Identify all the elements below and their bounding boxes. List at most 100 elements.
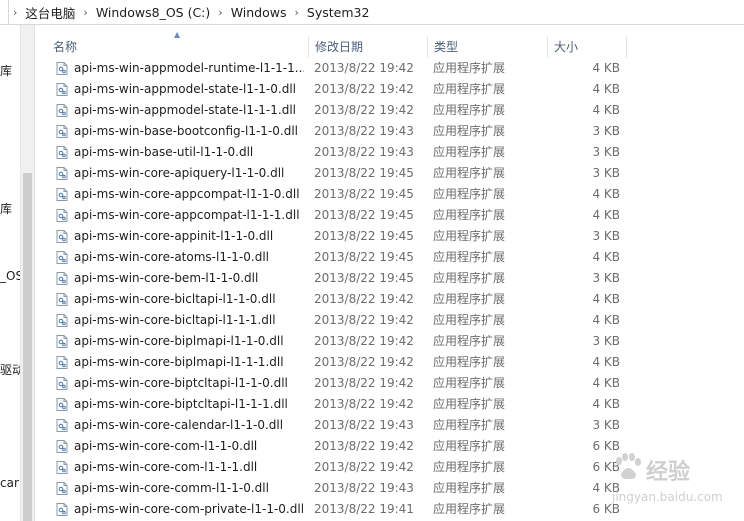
file-size: 3 KB: [592, 229, 620, 243]
file-type: 应用程序扩展: [433, 103, 506, 117]
file-name: api-ms-win-base-util-l1-1-0.dll: [74, 145, 254, 159]
address-bar-edge: [0, 0, 9, 24]
file-modified-date: 2013/8/22 19:43: [314, 124, 414, 138]
file-name: api-ms-win-core-biplmapi-l1-1-1.dll: [74, 355, 284, 369]
dll-file-icon: [56, 461, 68, 474]
nav-item-library[interactable]: 库: [0, 200, 12, 217]
file-row[interactable]: api-ms-win-base-util-l1-1-0.dll 2013/8/22…: [35, 142, 744, 163]
file-modified-date: 2013/8/22 19:42: [314, 376, 414, 390]
dll-file-icon: [56, 104, 68, 117]
file-name: api-ms-win-core-apiquery-l1-1-0.dll: [74, 166, 285, 180]
breadcrumb-chevron-icon[interactable]: ›: [214, 6, 226, 19]
file-name: api-ms-win-core-comm-l1-1-0.dll: [74, 481, 269, 495]
file-row[interactable]: api-ms-win-core-bicltapi-l1-1-1.dll 2013/…: [35, 310, 744, 331]
file-row[interactable]: api-ms-win-core-bicltapi-l1-1-0.dll 2013/…: [35, 289, 744, 310]
file-row[interactable]: api-ms-win-core-appcompat-l1-1-1.dll 2013…: [35, 205, 744, 226]
file-row[interactable]: api-ms-win-core-biplmapi-l1-1-1.dll 2013/…: [35, 352, 744, 373]
file-name: api-ms-win-core-com-private-l1-1-0.dll: [74, 502, 304, 516]
file-row[interactable]: api-ms-win-core-appcompat-l1-1-0.dll 2013…: [35, 184, 744, 205]
file-modified-date: 2013/8/22 19:45: [314, 208, 414, 222]
file-name: api-ms-win-appmodel-state-l1-1-1.dll: [74, 103, 296, 117]
file-list: api-ms-win-appmodel-runtime-l1-1-1... 201…: [35, 58, 744, 520]
dll-file-icon: [56, 440, 68, 453]
file-type: 应用程序扩展: [433, 271, 506, 285]
file-row[interactable]: api-ms-win-core-apiquery-l1-1-0.dll 2013/…: [35, 163, 744, 184]
breadcrumb-this-pc[interactable]: 这台电脑: [21, 3, 79, 22]
file-size: 4 KB: [592, 61, 620, 75]
file-name: api-ms-win-core-calendar-l1-1-0.dll: [74, 418, 284, 432]
paw-logo-icon: [616, 453, 641, 480]
file-row[interactable]: api-ms-win-core-biptcltapi-l1-1-1.dll 201…: [35, 394, 744, 415]
file-size: 4 KB: [592, 397, 620, 411]
file-size: 4 KB: [592, 250, 620, 264]
file-size: 4 KB: [592, 355, 620, 369]
breadcrumb-windows[interactable]: Windows: [227, 5, 291, 20]
dll-file-icon: [56, 188, 68, 201]
file-size: 4 KB: [592, 187, 620, 201]
file-name: api-ms-win-appmodel-runtime-l1-1-1...: [74, 61, 304, 75]
file-row[interactable]: api-ms-win-base-bootconfig-l1-1-0.dll 201…: [35, 121, 744, 142]
file-type: 应用程序扩展: [433, 292, 506, 306]
dll-file-icon: [56, 230, 68, 243]
file-row[interactable]: api-ms-win-core-biptcltapi-l1-1-0.dll 201…: [35, 373, 744, 394]
file-row[interactable]: api-ms-win-appmodel-runtime-l1-1-1... 201…: [35, 58, 744, 79]
column-header-size[interactable]: 大小: [548, 36, 627, 58]
file-size: 4 KB: [592, 313, 620, 327]
file-modified-date: 2013/8/22 19:42: [314, 313, 414, 327]
watermark: 经验 jingyan.baidu.com: [612, 452, 732, 512]
column-header-name[interactable]: 名称: [47, 36, 309, 58]
breadcrumb-drive-c[interactable]: Windows8_OS (C:): [92, 5, 214, 20]
file-type: 应用程序扩展: [433, 166, 506, 180]
file-type: 应用程序扩展: [433, 208, 506, 222]
file-type: 应用程序扩展: [433, 229, 506, 243]
navigation-scrollbar[interactable]: [20, 25, 34, 521]
file-size: 4 KB: [592, 82, 620, 96]
file-name: api-ms-win-core-bicltapi-l1-1-0.dll: [74, 292, 276, 306]
dll-file-icon: [56, 62, 68, 75]
column-header-type[interactable]: 类型: [428, 36, 548, 58]
file-type: 应用程序扩展: [433, 397, 506, 411]
file-row[interactable]: api-ms-win-core-atoms-l1-1-0.dll 2013/8/2…: [35, 247, 744, 268]
file-type: 应用程序扩展: [433, 61, 506, 75]
dll-file-icon: [56, 251, 68, 264]
file-row[interactable]: api-ms-win-core-biplmapi-l1-1-0.dll 2013/…: [35, 331, 744, 352]
navigation-scrollbar-thumb[interactable]: [23, 173, 32, 521]
file-modified-date: 2013/8/22 19:45: [314, 250, 414, 264]
file-modified-date: 2013/8/22 19:42: [314, 103, 414, 117]
file-size: 3 KB: [592, 271, 620, 285]
dll-file-icon: [56, 293, 68, 306]
file-name: api-ms-win-core-biptcltapi-l1-1-1.dll: [74, 397, 288, 411]
breadcrumb-chevron-icon[interactable]: ›: [9, 6, 21, 19]
breadcrumb-chevron-icon[interactable]: ›: [291, 6, 303, 19]
file-size: 4 KB: [592, 481, 620, 495]
dll-file-icon: [56, 335, 68, 348]
nav-item-library[interactable]: 库: [0, 62, 12, 79]
address-bar[interactable]: › 这台电脑 › Windows8_OS (C:) › Windows › Sy…: [0, 0, 744, 25]
file-row[interactable]: api-ms-win-core-calendar-l1-1-0.dll 2013/…: [35, 415, 744, 436]
file-row[interactable]: api-ms-win-appmodel-state-l1-1-0.dll 2013…: [35, 79, 744, 100]
file-name: api-ms-win-core-com-l1-1-1.dll: [74, 460, 258, 474]
nav-item-drive[interactable]: car: [0, 476, 19, 490]
file-modified-date: 2013/8/22 19:42: [314, 292, 414, 306]
file-row[interactable]: api-ms-win-core-appinit-l1-1-0.dll 2013/8…: [35, 226, 744, 247]
file-size: 4 KB: [592, 208, 620, 222]
file-size: 3 KB: [592, 124, 620, 138]
file-modified-date: 2013/8/22 19:45: [314, 229, 414, 243]
dll-file-icon: [56, 209, 68, 222]
file-modified-date: 2013/8/22 19:42: [314, 439, 414, 453]
file-type: 应用程序扩展: [433, 481, 506, 495]
file-size: 6 KB: [592, 460, 620, 474]
watermark-url: jingyan.baidu.com: [612, 490, 723, 504]
column-header-date[interactable]: 修改日期: [309, 36, 428, 58]
breadcrumb-system32[interactable]: System32: [303, 5, 374, 20]
file-type: 应用程序扩展: [433, 355, 506, 369]
dll-file-icon: [56, 503, 68, 516]
file-row[interactable]: api-ms-win-core-bem-l1-1-0.dll 2013/8/22 …: [35, 268, 744, 289]
file-name: api-ms-win-core-biplmapi-l1-1-0.dll: [74, 334, 284, 348]
file-name: api-ms-win-appmodel-state-l1-1-0.dll: [74, 82, 296, 96]
dll-file-icon: [56, 272, 68, 285]
file-modified-date: 2013/8/22 19:42: [314, 355, 414, 369]
breadcrumb-chevron-icon[interactable]: ›: [79, 6, 91, 19]
file-size: 4 KB: [592, 103, 620, 117]
file-row[interactable]: api-ms-win-appmodel-state-l1-1-1.dll 2013…: [35, 100, 744, 121]
